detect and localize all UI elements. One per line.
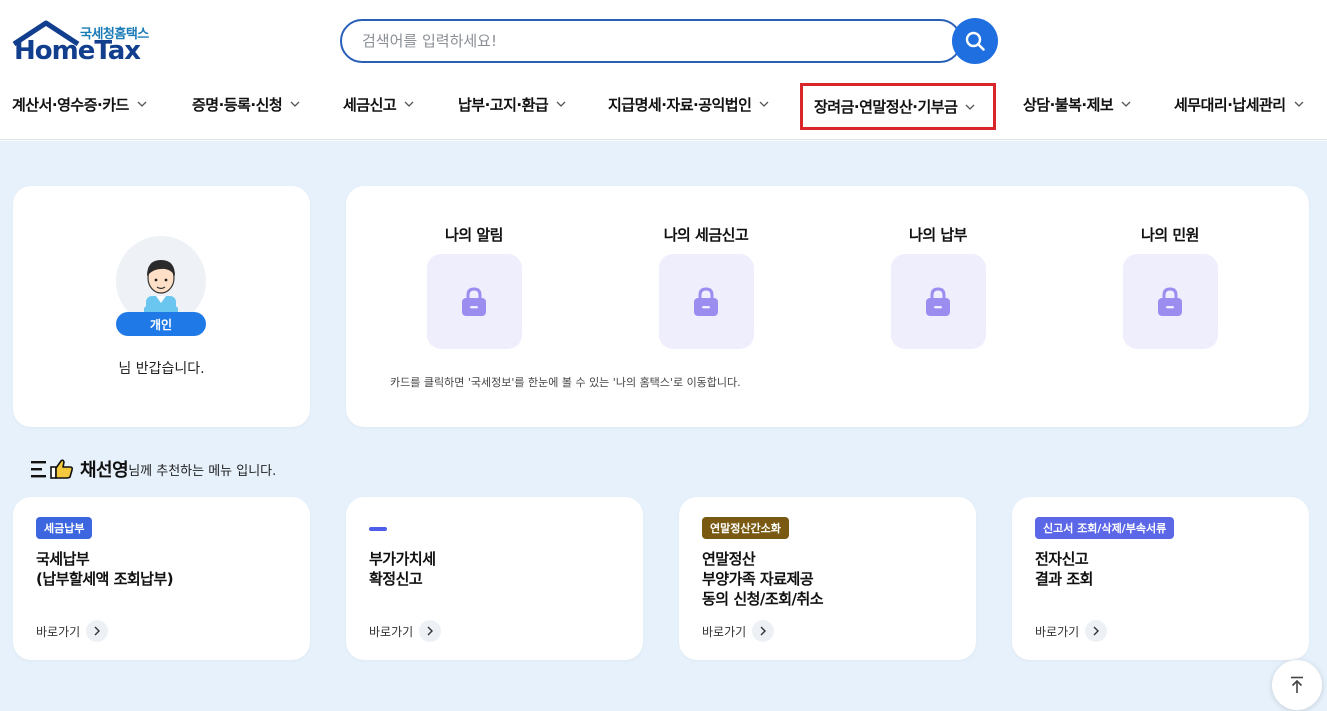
chevron-down-icon xyxy=(965,104,975,110)
search-button[interactable] xyxy=(952,18,998,64)
nav-item-tax-return[interactable]: 세금신고 xyxy=(343,80,414,128)
shortcut-label: 바로가기 xyxy=(369,624,414,639)
my-payment-title: 나의 납부 xyxy=(909,226,967,244)
recommend-card-title: 연말정산 부양가족 자료제공 동의 신청/조회/취소 xyxy=(702,550,824,608)
shortcut-link[interactable]: 바로가기 xyxy=(369,620,442,642)
hometax-logo[interactable]: 국세청홈택스 HomeTax xyxy=(12,20,152,66)
header: 국세청홈택스 HomeTax 계산서·영수증·카드 증명·등록·신청 세금신고 … xyxy=(0,0,1327,140)
recommend-tag: 연말정산간소화 xyxy=(702,517,789,539)
nav-item-statements[interactable]: 지급명세·자료·공익법인 xyxy=(608,80,769,128)
chevron-right-icon xyxy=(419,620,442,642)
shortcut-link[interactable]: 바로가기 xyxy=(702,620,775,642)
recommend-card-year-end-settlement[interactable]: 연말정산간소화 연말정산 부양가족 자료제공 동의 신청/조회/취소 바로가기 xyxy=(679,497,976,660)
shortcut-label: 바로가기 xyxy=(702,624,747,639)
search-icon xyxy=(965,31,985,51)
chevron-down-icon xyxy=(404,101,414,107)
nav-item-label: 납부·고지·환급 xyxy=(458,95,549,114)
recommend-card-vat-return[interactable]: 부가가치세 확정신고 바로가기 xyxy=(346,497,643,660)
my-payment: 나의 납부 xyxy=(858,224,1018,349)
chevron-down-icon xyxy=(1294,101,1304,107)
chevron-down-icon xyxy=(1121,101,1131,107)
user-type-badge: 개인 xyxy=(116,312,206,336)
main-content: 개인 님 반갑습니다. 나의 알림 나의 세금신고 나의 납부 나의 민원 카드… xyxy=(0,141,1327,711)
lock-icon xyxy=(462,286,486,316)
chevron-down-icon xyxy=(556,101,566,107)
my-civil-petition-card-button[interactable] xyxy=(1122,254,1218,349)
my-tax-return-title: 나의 세금신고 xyxy=(663,226,749,244)
shortcut-link[interactable]: 바로가기 xyxy=(36,620,109,642)
recommend-card-title: 전자신고 결과 조회 xyxy=(1035,550,1093,588)
nav-item-label: 장려금·연말정산·기부금 xyxy=(814,98,958,116)
recommend-suffix: 님께 추천하는 메뉴 입니다. xyxy=(128,463,277,479)
nav-item-label: 계산서·영수증·카드 xyxy=(12,95,129,114)
chevron-down-icon xyxy=(137,101,147,107)
nav-item-label: 증명·등록·신청 xyxy=(192,95,283,114)
nav-item-tax-agent[interactable]: 세무대리·납세관리 xyxy=(1174,80,1304,128)
nav-item-label: 세무대리·납세관리 xyxy=(1174,95,1286,114)
my-notifications-card-button[interactable] xyxy=(426,254,522,349)
logo-title: HomeTax xyxy=(14,36,141,66)
lock-icon xyxy=(694,286,718,316)
chevron-right-icon xyxy=(1085,620,1108,642)
recommend-card-title: 부가가치세 확정신고 xyxy=(369,550,436,588)
lock-icon xyxy=(1158,286,1182,316)
main-nav: 계산서·영수증·카드 증명·등록·신청 세금신고 납부·고지·환급 지급명세·자… xyxy=(0,80,1327,130)
shortcut-label: 바로가기 xyxy=(1035,624,1080,639)
recommend-heading: 채선영 님께 추천하는 메뉴 입니다. xyxy=(30,456,276,482)
search-box xyxy=(340,19,962,63)
nav-item-invoice[interactable]: 계산서·영수증·카드 xyxy=(12,80,147,128)
nav-item-label: 상담·불복·제보 xyxy=(1023,95,1114,114)
chevron-down-icon xyxy=(759,101,769,107)
my-payment-card-button[interactable] xyxy=(890,254,986,349)
my-tax-return: 나의 세금신고 xyxy=(626,224,786,349)
arrow-up-to-top-icon xyxy=(1291,676,1303,693)
nav-item-label: 세금신고 xyxy=(343,95,397,114)
shortcut-link[interactable]: 바로가기 xyxy=(1035,620,1108,642)
chevron-down-icon xyxy=(290,101,300,107)
my-notifications-title: 나의 알림 xyxy=(445,226,503,244)
my-hometax-note: 카드를 클릭하면 '국세정보'를 한눈에 볼 수 있는 '나의 홈택스'로 이동… xyxy=(390,376,741,389)
my-hometax-card: 나의 알림 나의 세금신고 나의 납부 나의 민원 카드를 클릭하면 '국세정보… xyxy=(346,186,1309,427)
nav-item-label: 지급명세·자료·공익법인 xyxy=(608,95,752,114)
search-input[interactable] xyxy=(342,21,960,61)
recommend-card-tax-payment[interactable]: 세금납부 국세납부 (납부할세액 조회납부) 바로가기 xyxy=(13,497,310,660)
profile-card: 개인 님 반갑습니다. xyxy=(13,186,310,427)
nav-item-payment[interactable]: 납부·고지·환급 xyxy=(458,80,566,128)
nav-item-consultation[interactable]: 상담·불복·제보 xyxy=(1023,80,1131,128)
nav-item-year-end-settlement[interactable]: 장려금·연말정산·기부금 xyxy=(800,83,996,130)
greeting-text: 님 반갑습니다. xyxy=(118,361,205,377)
recommend-card-title: 국세납부 (납부할세액 조회납부) xyxy=(36,550,174,588)
nav-item-certificate[interactable]: 증명·등록·신청 xyxy=(192,80,300,128)
lock-icon xyxy=(926,286,950,316)
my-notifications: 나의 알림 xyxy=(394,224,554,349)
recommend-user-name: 채선영 xyxy=(80,460,129,481)
shortcut-label: 바로가기 xyxy=(36,624,81,639)
my-civil-petition-title: 나의 민원 xyxy=(1141,226,1199,244)
chevron-right-icon xyxy=(86,620,109,642)
recommend-tag: 세금납부 xyxy=(36,517,93,539)
my-civil-petition: 나의 민원 xyxy=(1090,224,1250,349)
my-tax-return-card-button[interactable] xyxy=(658,254,754,349)
chevron-right-icon xyxy=(752,620,775,642)
scroll-to-top-button[interactable] xyxy=(1272,660,1322,710)
recommend-tag: 신고서 조회/삭제/부속서류 xyxy=(1035,517,1175,539)
recommend-card-e-filing-result[interactable]: 신고서 조회/삭제/부속서류 전자신고 결과 조회 바로가기 xyxy=(1012,497,1309,660)
recommend-tag-placeholder xyxy=(369,527,387,531)
menu-thumbs-up-icon xyxy=(31,459,74,479)
